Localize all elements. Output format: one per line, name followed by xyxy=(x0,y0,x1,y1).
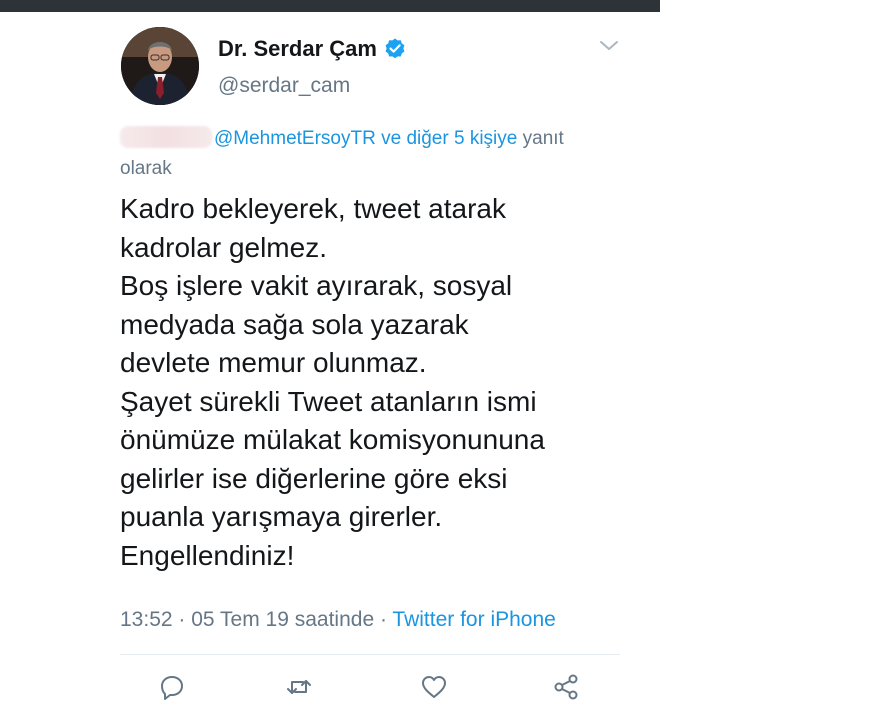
tweet-text-line: Boş işlere vakit ayırarak, sosyal xyxy=(120,270,513,301)
redacted-username xyxy=(120,126,212,148)
tweet-text-line: medyada sağa sola yazarak xyxy=(120,308,469,340)
author-name-row[interactable]: Dr. Serdar Çam xyxy=(218,36,407,62)
reply-suffix-2: olarak xyxy=(120,158,172,179)
reply-icon[interactable] xyxy=(157,672,187,702)
author-handle[interactable]: @serdar_cam xyxy=(218,74,350,98)
tweet-text-line: gelirler ise diğerlerine göre eksi xyxy=(120,462,508,494)
tweet-timestamp[interactable]: 13:52 · 05 Tem 19 saatinde · xyxy=(120,608,387,631)
author-avatar[interactable] xyxy=(121,27,199,105)
chevron-down-icon[interactable] xyxy=(598,38,620,54)
reply-mention-link[interactable]: @MehmetErsoyTR xyxy=(214,128,376,149)
share-icon[interactable] xyxy=(551,672,581,702)
tweet-text-line: Engellendiniz! xyxy=(120,539,295,571)
stage: Dr. Serdar Çam @serdar_cam @MehmetErsoyT… xyxy=(0,0,880,706)
tweet-text-line: devlete memur olunmaz. xyxy=(120,347,427,378)
top-status-bar xyxy=(0,0,660,12)
author-display-name[interactable]: Dr. Serdar Çam xyxy=(218,36,377,62)
tweet-text-line: Kadro bekleyerek, tweet atarak xyxy=(120,193,506,224)
tweet-text: Kadro bekleyerek, tweet atarak kadrolar … xyxy=(120,190,640,575)
tweet-text-line: önümüze mülakat komisyonununa xyxy=(120,424,545,455)
tweet-source-link[interactable]: Twitter for iPhone xyxy=(392,608,555,631)
heart-icon[interactable] xyxy=(419,672,449,702)
retweet-icon[interactable] xyxy=(284,672,314,702)
actions-divider xyxy=(120,654,620,655)
tweet-actions xyxy=(120,672,620,706)
verified-badge-icon xyxy=(385,38,405,59)
tweet-screenshot: Dr. Serdar Çam @serdar_cam @MehmetErsoyT… xyxy=(0,0,660,706)
tweet-text-line: puanla yarışmaya girerler. xyxy=(120,501,443,532)
tweet-meta: 13:52 · 05 Tem 19 saatinde · Twitter for… xyxy=(120,608,556,632)
reply-others-link[interactable]: ve diğer 5 kişiye xyxy=(381,128,517,149)
tweet-text-line: Şayet sürekli Tweet atanların ismi xyxy=(120,385,537,417)
tweet-text-line: kadrolar gelmez. xyxy=(120,231,327,263)
reply-context: @MehmetErsoyTR ve diğer 5 kişiye yanıt o… xyxy=(120,124,625,184)
avatar-image xyxy=(121,27,199,105)
reply-suffix-1: yanıt xyxy=(522,128,564,149)
